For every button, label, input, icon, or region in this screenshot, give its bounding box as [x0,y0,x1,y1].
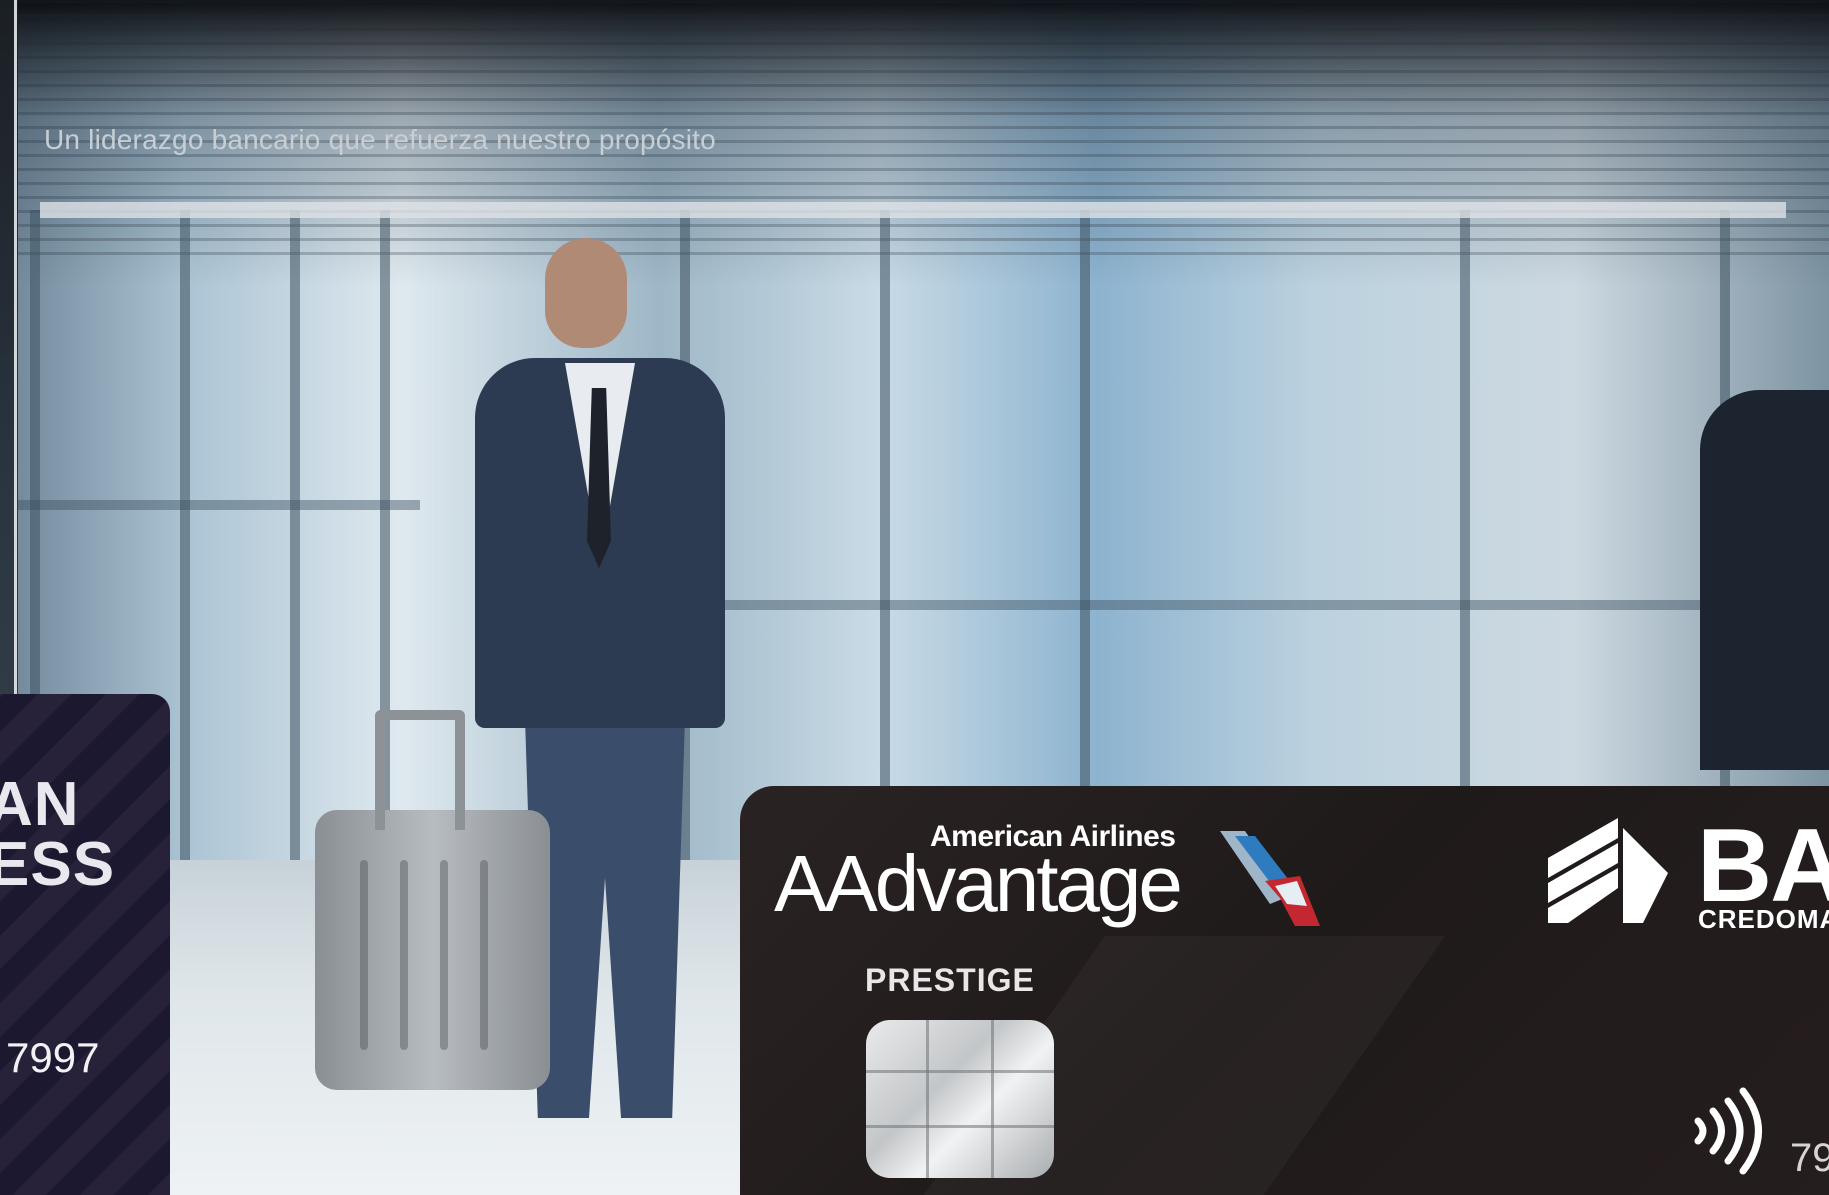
card-brand-text: ESS [0,830,116,899]
card-brand-text: AN [0,770,80,839]
window-frame [1080,210,1090,860]
credit-card-left: AN ESS 7997 [0,694,170,1195]
slide-progress-fill [40,202,1786,218]
suitcase [315,710,550,1090]
bank-logo-icon [1548,818,1668,923]
hero-banner: Un liderazgo bancario que refuerza nuest… [0,0,1829,1195]
window-frame [290,210,300,860]
window-frame [1460,210,1470,860]
bank-subtitle: CREDOMA [1698,904,1829,934]
program-name: AAdvantage [774,839,1183,928]
card-number: 79 [1790,1136,1829,1180]
card-tier: PRESTIGE [865,962,1035,998]
hero-title: Un liderazgo bancario que refuerza nuest… [44,124,716,155]
chip-icon [866,1020,1054,1178]
slide-progress-bar [40,202,1786,218]
window-frame [180,210,190,860]
window-frame [880,210,890,860]
american-airlines-logo-icon [1220,831,1320,926]
card-number: 7997 [6,1034,100,1081]
contactless-icon [1694,1087,1762,1175]
bank-name: BA [1697,808,1829,924]
credit-card-aadvantage: American Airlines AAdvantage PRESTIGE BA… [740,786,1829,1195]
window-frame [0,500,420,510]
person-silhouette [1700,390,1829,770]
window-frame [680,600,1829,610]
